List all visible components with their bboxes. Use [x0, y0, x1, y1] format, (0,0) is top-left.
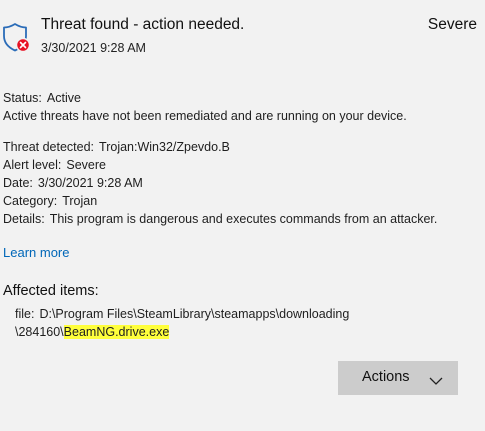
threat-detected-value: Trojan:Win32/Zpevdo.B [99, 140, 230, 154]
details-value: This program is dangerous and executes c… [49, 212, 438, 226]
chevron-down-icon [429, 373, 443, 385]
actions-button-label: Actions [362, 369, 410, 385]
notification-header: Threat found - action needed. 3/30/2021 … [0, 0, 485, 70]
status-value: Active [46, 91, 81, 105]
alert-level-line: Alert level: Severe [3, 156, 106, 174]
severity-badge: Severe [427, 16, 477, 33]
status-description: Active threats have not been remediated … [3, 109, 407, 123]
details-label: Details: [3, 212, 45, 226]
details-line: Details: This program is dangerous and ex… [3, 210, 437, 228]
affected-items-heading: Affected items: [3, 283, 99, 299]
learn-more-link[interactable]: Learn more [3, 245, 69, 260]
affected-item-path-continued: \284160\BeamNG.drive.exe [15, 323, 170, 341]
status-line: Status: Active [3, 89, 81, 107]
notification-title: Threat found - action needed. [41, 16, 245, 33]
affected-item-filename: BeamNG.drive.exe [63, 325, 170, 339]
notification-timestamp: 3/30/2021 9:28 AM [41, 41, 146, 55]
shield-error-icon [2, 22, 32, 54]
date-value: 3/30/2021 9:28 AM [37, 176, 143, 190]
category-line: Category: Trojan [3, 192, 97, 210]
date-line: Date: 3/30/2021 9:28 AM [3, 174, 143, 192]
affected-item-path-line1: D:\Program Files\SteamLibrary\steamapps\… [39, 307, 350, 321]
actions-button[interactable]: Actions [338, 361, 458, 395]
affected-item-path-line2: \284160\ [15, 325, 64, 339]
threat-detected-line: Threat detected: Trojan:Win32/Zpevdo.B [3, 138, 230, 156]
category-label: Category: [3, 194, 58, 208]
affected-item-prefix: file: [15, 307, 35, 321]
affected-item-path: file: D:\Program Files\SteamLibrary\steam… [15, 305, 349, 323]
status-label: Status: [3, 91, 42, 105]
threat-detected-label: Threat detected: [3, 140, 95, 154]
date-label: Date: [3, 176, 33, 190]
category-value: Trojan [62, 194, 98, 208]
alert-level-value: Severe [66, 158, 106, 172]
alert-level-label: Alert level: [3, 158, 62, 172]
